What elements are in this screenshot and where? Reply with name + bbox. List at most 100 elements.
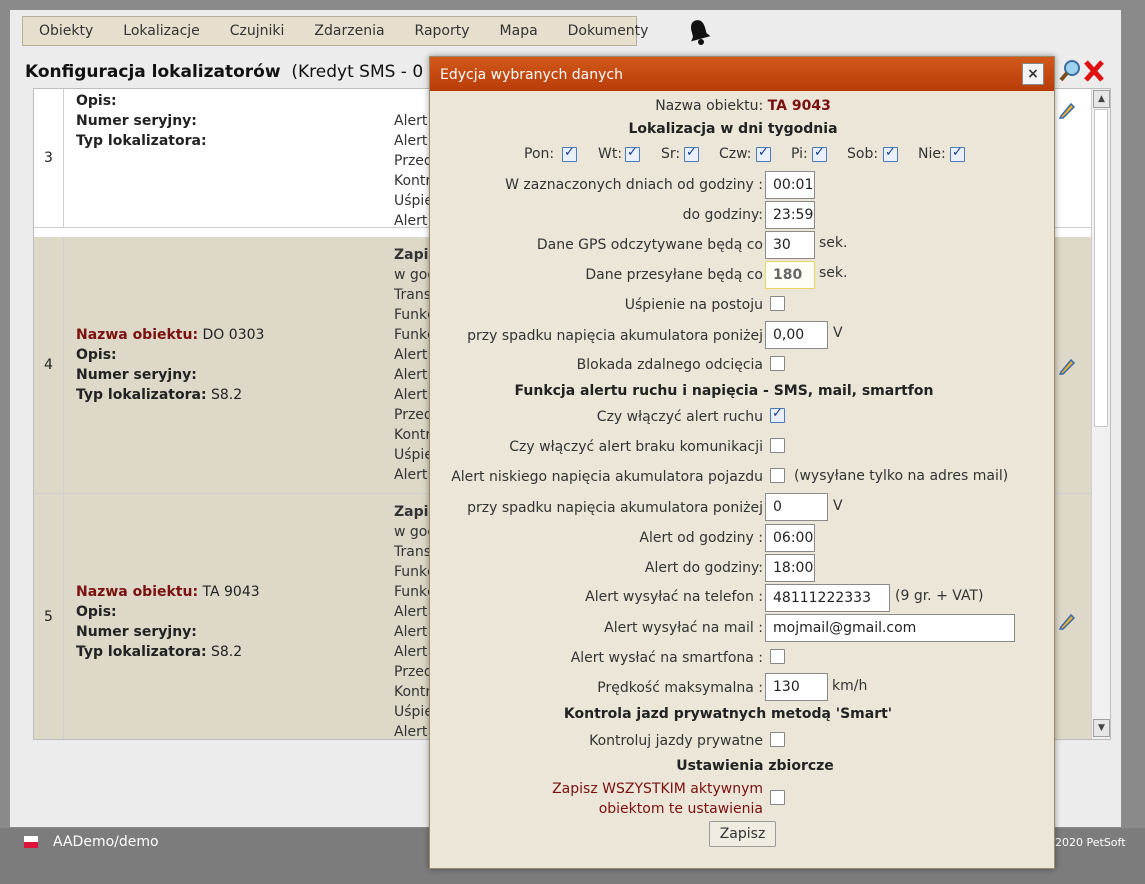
mail-label: Alert wysyłać na mail : — [604, 620, 763, 636]
row-line: Opis: — [76, 604, 117, 620]
alert-line: Uśpie — [394, 193, 433, 209]
mail-input[interactable]: mojmail@gmail.com — [765, 614, 1015, 642]
dialog-title: Edycja wybranych danych — [440, 67, 623, 83]
comm-label: Czy włączyć alert braku komunikacji — [509, 439, 763, 455]
private-heading: Kontrola jazd prywatnych metodą 'Smart' — [563, 706, 893, 722]
to-label: do godziny: — [682, 207, 763, 223]
day-label-wt: Wt: — [598, 146, 623, 162]
row-line: Numer seryjny: — [76, 624, 197, 640]
speed-input[interactable]: 130 — [765, 673, 828, 701]
dialog-close-button[interactable]: × — [1022, 63, 1044, 85]
gps-label: Dane GPS odczytywane będą co — [536, 237, 763, 253]
scroll-thumb[interactable] — [1094, 109, 1108, 427]
scroll-up-button[interactable]: ▲ — [1093, 90, 1110, 108]
row-line: Numer seryjny: — [76, 367, 197, 383]
table-scrollbar[interactable]: ▲ ▼ — [1091, 89, 1110, 739]
row-line: Typ lokalizatora: — [76, 133, 207, 149]
toolbar-icons — [1059, 60, 1104, 82]
search-icon[interactable] — [1059, 60, 1080, 82]
edit-pencil-icon[interactable] — [1058, 357, 1076, 375]
day-checkbox-czw[interactable] — [756, 145, 771, 162]
bell-icon[interactable] — [686, 18, 712, 46]
day-checkbox-wt[interactable] — [625, 145, 640, 162]
speed-unit: km/h — [832, 678, 868, 694]
voltage-input[interactable]: 0,00 — [765, 321, 828, 349]
voltage2-label: przy spadku napięcia akumulatora poniżej — [467, 500, 763, 516]
menu-czujniki[interactable]: Czujniki — [230, 23, 285, 39]
day-checkbox-sob[interactable] — [883, 145, 898, 162]
block-checkbox[interactable] — [770, 356, 785, 371]
poland-flag-icon — [24, 836, 38, 848]
motion-checkbox[interactable] — [770, 406, 785, 423]
copyright: 2020 PetSoft — [1055, 836, 1126, 849]
smart-label: Alert wysłać na smartfona : — [570, 650, 763, 666]
send-unit: sek. — [819, 265, 848, 281]
menu-zdarzenia[interactable]: Zdarzenia — [314, 23, 384, 39]
block-label: Blokada zdalnego odcięcia — [576, 357, 763, 373]
dialog-title-bar: Edycja wybranych danych × — [430, 57, 1054, 91]
send-label: Dane przesyłane będą co — [585, 267, 763, 283]
alert-line: Alert — [394, 133, 428, 149]
edit-pencil-icon[interactable] — [1058, 612, 1076, 630]
send-interval-input[interactable]: 180 — [765, 261, 815, 289]
alert-from-label: Alert od godziny : — [639, 530, 763, 546]
row-line: Typ lokalizatora: S8.2 — [76, 387, 243, 403]
day-checkbox-pon[interactable] — [562, 145, 577, 162]
row-alerts: Alert Alert Przed Kontr Uśpie Alert — [394, 111, 433, 231]
user-label: AADemo/demo — [53, 834, 159, 850]
comm-checkbox[interactable] — [770, 438, 785, 453]
group-checkbox[interactable] — [770, 790, 785, 805]
lowvolt-label: Alert niskiego napięcia akumulatora poja… — [451, 469, 763, 485]
menu-raporty[interactable]: Raporty — [415, 23, 470, 39]
row-info: Nazwa obiektu: TA 9043 Opis: Numer seryj… — [76, 582, 260, 662]
from-time-input[interactable]: 00:01 — [765, 171, 815, 199]
day-checkbox-sr[interactable] — [684, 145, 699, 162]
menu-dokumenty[interactable]: Dokumenty — [568, 23, 649, 39]
to-time-input[interactable]: 23:59 — [765, 201, 815, 229]
sleep-label: Uśpienie na postoju — [624, 297, 763, 313]
group-label-2: obiektom te ustawienia — [598, 801, 763, 817]
menu-mapa[interactable]: Mapa — [500, 23, 538, 39]
day-checkbox-pi[interactable] — [812, 145, 827, 162]
page-title: Konfiguracja lokalizatorów (Kredyt SMS -… — [25, 62, 465, 82]
group-heading: Ustawienia zbiorcze — [676, 758, 834, 774]
save-button[interactable]: Zapisz — [709, 821, 776, 847]
row-line: Nazwa obiektu: DO 0303 — [76, 327, 265, 343]
alert-to-label: Alert do godziny: — [644, 560, 763, 576]
alert-heading: Funkcja alertu ruchu i napięcia - SMS, m… — [514, 383, 934, 399]
scroll-down-button[interactable]: ▼ — [1093, 719, 1110, 737]
days-heading: Lokalizacja w dni tygodnia — [628, 121, 838, 137]
row-line: Opis: — [76, 93, 117, 109]
object-name-label: Nazwa obiektu: — [655, 98, 764, 114]
gps-unit: sek. — [819, 235, 848, 251]
day-label-czw: Czw: — [719, 146, 752, 162]
row-line: Nazwa obiektu: TA 9043 — [76, 584, 260, 600]
smart-checkbox[interactable] — [770, 649, 785, 664]
voltage-unit: V — [833, 325, 843, 341]
row-info: Opis: Numer seryjny: Typ lokalizatora: — [76, 91, 207, 151]
row-number: 3 — [34, 89, 64, 227]
private-checkbox[interactable] — [770, 732, 785, 747]
alert-to-input[interactable]: 18:00 — [765, 554, 815, 582]
day-checkbox-nie[interactable] — [950, 145, 965, 162]
close-icon[interactable] — [1084, 60, 1104, 82]
voltage-label: przy spadku napięcia akumulatora poniżej — [467, 328, 763, 344]
group-label-1: Zapisz WSZYSTKIM aktywnym — [552, 781, 763, 797]
menu-lokalizacje[interactable]: Lokalizacje — [123, 23, 199, 39]
alert-from-input[interactable]: 06:00 — [765, 524, 815, 552]
menu-obiekty[interactable]: Obiekty — [39, 23, 93, 39]
lowvolt-checkbox[interactable] — [770, 468, 785, 483]
phone-input[interactable]: 48111222333 — [765, 584, 890, 612]
day-label-sr: Sr: — [661, 146, 681, 162]
row-line: Numer seryjny: — [76, 113, 197, 129]
gps-interval-input[interactable]: 30 — [765, 231, 815, 259]
sleep-checkbox[interactable] — [770, 296, 785, 311]
voltage2-input[interactable]: 0 — [765, 493, 828, 521]
page-title-text: Konfiguracja lokalizatorów — [25, 62, 281, 82]
alert-line: Kontr — [394, 173, 432, 189]
from-label: W zaznaczonych dniach od godziny : — [505, 177, 763, 193]
row-line: Typ lokalizatora: S8.2 — [76, 644, 243, 660]
edit-pencil-icon[interactable] — [1058, 101, 1076, 119]
day-label-sob: Sob: — [847, 146, 879, 162]
object-name-value: TA 9043 — [767, 98, 831, 114]
